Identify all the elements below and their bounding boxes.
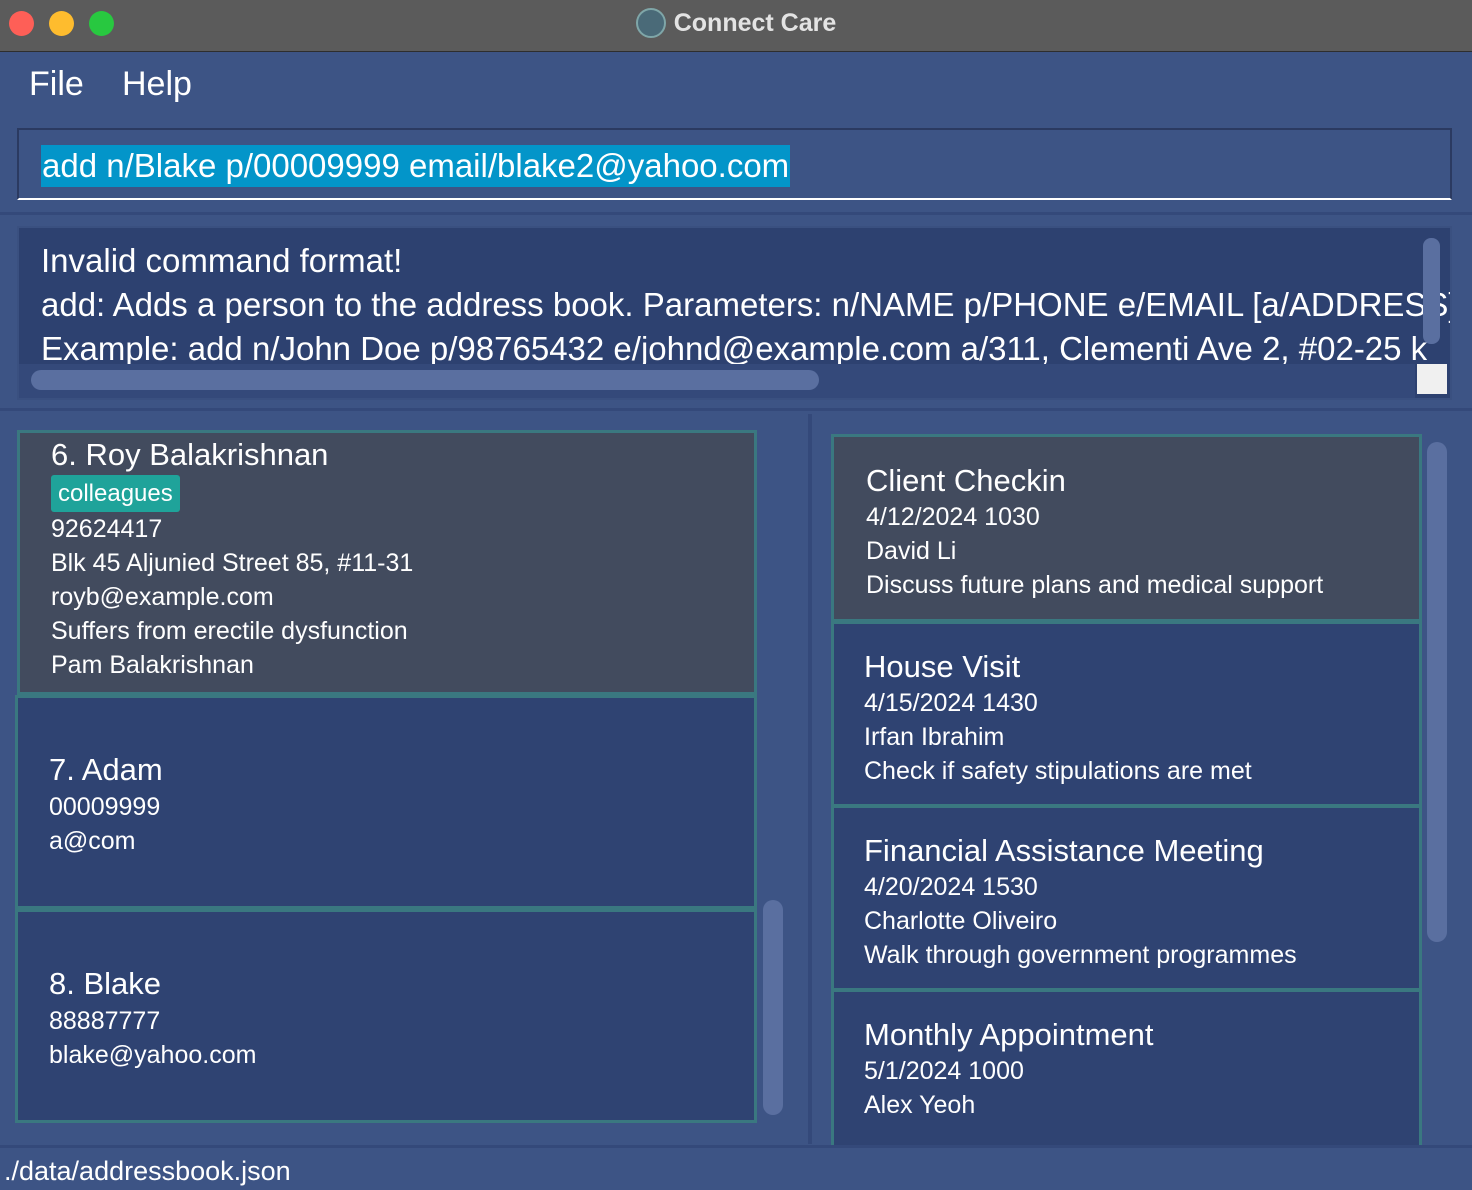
person-phone: 00009999 — [49, 793, 161, 821]
person-name: 8. Blake — [49, 966, 162, 1001]
person-card[interactable]: 6. Roy Balakrishnan colleagues 92624417 … — [17, 430, 757, 695]
window-title: Connect Care — [673, 9, 837, 37]
person-phone: 92624417 — [51, 515, 163, 543]
result-horizontal-scrollbar[interactable] — [31, 370, 819, 390]
appointment-datetime: 4/12/2024 1030 — [866, 503, 1040, 531]
person-list-scrollbar[interactable] — [763, 900, 783, 1115]
person-note: Suffers from erectile dysfunction — [51, 617, 408, 645]
save-location: ./data/addressbook.json — [4, 1156, 291, 1186]
appointment-datetime: 5/1/2024 1000 — [864, 1057, 1024, 1085]
appointment-card[interactable]: Financial Assistance Meeting 4/20/2024 1… — [831, 805, 1422, 991]
appointment-client: Charlotte Oliveiro — [864, 907, 1058, 935]
person-phone: 88887777 — [49, 1007, 161, 1035]
title-bar: Connect Care — [0, 0, 1472, 52]
result-line: Invalid command format! — [41, 242, 403, 279]
result-line: add: Adds a person to the address book. … — [41, 286, 1452, 323]
result-display[interactable]: Invalid command format! add: Adds a pers… — [17, 226, 1452, 400]
appointment-title: Financial Assistance Meeting — [864, 833, 1264, 868]
appointment-datetime: 4/20/2024 1530 — [864, 873, 1038, 901]
person-email: blake@yahoo.com — [49, 1041, 257, 1069]
person-name: 7. Adam — [49, 752, 163, 787]
person-name: 6. Roy Balakrishnan — [51, 437, 329, 472]
menu-file[interactable]: File — [29, 63, 84, 105]
person-card[interactable]: 8. Blake 88887777 blake@yahoo.com — [15, 909, 757, 1123]
appointment-client: David Li — [866, 537, 957, 565]
status-bar: ./data/addressbook.json — [0, 1145, 1472, 1190]
scroll-corner — [1417, 364, 1447, 394]
command-input-text: add n/Blake p/00009999 email/blake2@yaho… — [41, 145, 791, 187]
appointment-title: Monthly Appointment — [864, 1017, 1154, 1052]
appointment-title: Client Checkin — [866, 463, 1066, 498]
appointment-datetime: 4/15/2024 1430 — [864, 689, 1038, 717]
appointment-client: Alex Yeoh — [864, 1091, 976, 1119]
person-email: a@com — [49, 827, 136, 855]
appointment-list: Client Checkin 4/12/2024 1030 David Li D… — [812, 414, 1472, 1149]
app-logo-icon — [635, 8, 666, 38]
tag-badge: colleagues — [51, 475, 180, 512]
appointment-description: Walk through government programmes — [864, 941, 1297, 969]
person-card[interactable]: 7. Adam 00009999 a@com — [15, 695, 757, 909]
appointment-description: Check if safety stipulations are met — [864, 757, 1252, 785]
appointment-card[interactable]: Monthly Appointment 5/1/2024 1000 Alex Y… — [831, 989, 1422, 1149]
appointment-title: House Visit — [864, 649, 1021, 684]
appointment-card[interactable]: Client Checkin 4/12/2024 1030 David Li D… — [831, 434, 1422, 622]
result-vertical-scrollbar[interactable] — [1423, 238, 1440, 344]
separator — [0, 408, 1472, 411]
person-next-of-kin: Pam Balakrishnan — [51, 651, 254, 679]
person-address: Blk 45 Aljunied Street 85, #11-31 — [51, 549, 414, 577]
window-title-wrap: Connect Care — [0, 7, 1472, 39]
menu-bar: File Help — [0, 53, 1472, 113]
appointment-client: Irfan Ibrahim — [864, 723, 1005, 751]
separator — [0, 212, 1472, 215]
person-list: 6. Roy Balakrishnan colleagues 92624417 … — [0, 414, 808, 1130]
menu-help[interactable]: Help — [122, 63, 192, 105]
appointment-description: Discuss future plans and medical support — [866, 571, 1324, 599]
appointment-card[interactable]: House Visit 4/15/2024 1430 Irfan Ibrahim… — [831, 621, 1422, 807]
person-email: royb@example.com — [51, 583, 274, 611]
command-input[interactable]: add n/Blake p/00009999 email/blake2@yaho… — [17, 128, 1452, 200]
appointment-list-scrollbar[interactable] — [1427, 442, 1447, 942]
